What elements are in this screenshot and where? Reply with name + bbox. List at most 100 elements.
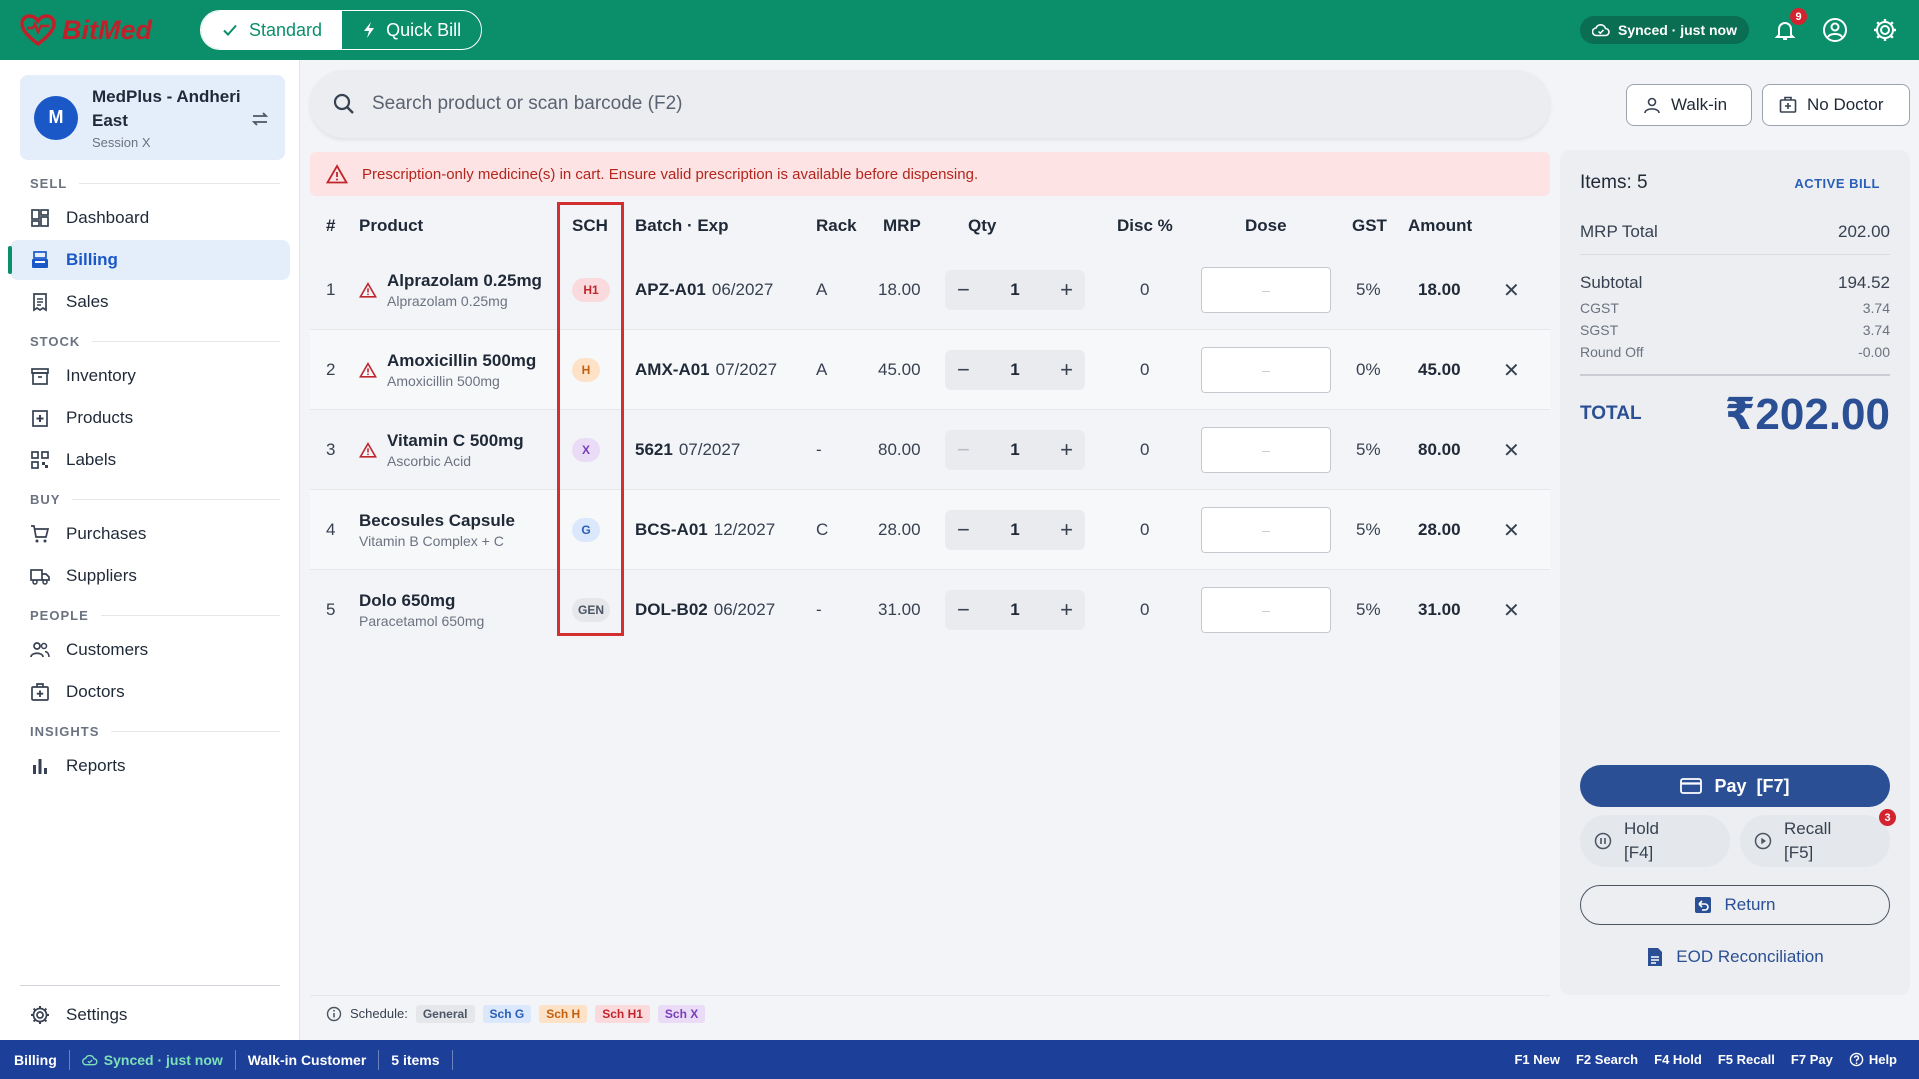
discount-value[interactable]: 0 [1140,330,1149,410]
dose-input[interactable]: – [1201,427,1331,473]
mrp-value: 18.00 [878,280,921,299]
table-row[interactable]: 4 Becosules Capsule Vitamin B Complex + C… [310,490,1550,570]
eod-label: EOD Reconciliation [1676,947,1824,966]
quantity-stepper: − 1 + [945,490,1085,570]
column-header-product: Product [359,216,424,235]
expiry-date: 06/2027 [711,280,774,299]
discount-value[interactable]: 0 [1140,250,1149,330]
return-button[interactable]: Return [1580,885,1890,925]
column-header-batch-exp: Batch · Exp [635,216,729,235]
remove-item-button[interactable]: ✕ [1503,250,1520,330]
bill-status-badge: ACTIVE BILL [1794,175,1880,191]
dose-input[interactable]: – [1201,267,1331,313]
quantity-value[interactable]: 1 [1010,520,1019,540]
swap-icon[interactable] [251,111,269,127]
column-header-mrp: MRP [883,216,921,235]
dose-input[interactable]: – [1201,587,1331,633]
remove-item-button[interactable]: ✕ [1503,410,1520,490]
sidebar-item-reports[interactable]: Reports [10,746,290,786]
decrement-button[interactable]: − [957,597,970,623]
quantity-value[interactable]: 1 [1010,280,1019,300]
expiry-date: 12/2027 [713,520,776,539]
account-button[interactable] [1821,16,1849,44]
amount-value: 31.00 [1418,600,1461,619]
status-page: Billing [14,1049,70,1070]
quantity-stepper: − 1 + [945,410,1085,490]
hold-button[interactable]: Hold [F4] [1580,815,1730,867]
sidebar-item-suppliers[interactable]: Suppliers [10,556,290,596]
column-header-number: # [326,216,336,235]
search-icon [333,93,354,114]
increment-button[interactable]: + [1060,517,1073,543]
return-label: Return [1724,895,1776,914]
items-count: Items: 5 [1580,172,1648,193]
eod-reconciliation-button[interactable]: EOD Reconciliation [1580,940,1890,974]
sidebar-item-doctors[interactable]: Doctors [10,672,290,712]
table-row[interactable]: 2 Amoxicillin 500mg Amoxicillin 500mg H A… [310,330,1550,410]
search-input[interactable] [372,93,1472,115]
shortcut-search[interactable]: F2 Search [1576,1052,1638,1067]
sidebar-item-label: Doctors [66,682,125,701]
quantity-value[interactable]: 1 [1010,440,1019,460]
subtotal-value: 194.52 [1838,273,1890,292]
mode-quick-bill-label: Quick Bill [386,19,462,40]
app-logo[interactable]: BitMed [20,14,190,46]
quantity-value[interactable]: 1 [1010,600,1019,620]
table-row[interactable]: 1 Alprazolam 0.25mg Alprazolam 0.25mg H1 … [310,250,1550,330]
pay-button[interactable]: Pay [F7] [1580,765,1890,807]
sidebar-item-sales[interactable]: Sales [10,282,290,322]
discount-value[interactable]: 0 [1140,490,1149,570]
return-icon [1695,897,1712,913]
discount-value[interactable]: 0 [1140,410,1149,490]
remove-item-button[interactable]: ✕ [1503,570,1520,650]
sidebar-item-dashboard[interactable]: Dashboard [10,198,290,238]
sidebar-item-products[interactable]: Products [10,398,290,438]
decrement-button[interactable]: − [957,517,970,543]
sidebar-item-labels[interactable]: Labels [10,440,290,480]
help-circle-icon [1849,1052,1864,1067]
shortcut-hold[interactable]: F4 Hold [1654,1052,1702,1067]
mode-standard-button[interactable]: Standard [201,11,343,49]
decrement-button[interactable]: − [957,437,970,463]
amount-value: 45.00 [1418,360,1461,379]
sidebar-item-customers[interactable]: Customers [10,630,290,670]
pay-label: Pay [F7] [1714,775,1790,796]
sidebar-divider [20,985,280,986]
table-row[interactable]: 3 Vitamin C 500mg Ascorbic Acid X 5621 07/… [310,410,1550,490]
shortcut-recall[interactable]: F5 Recall [1718,1052,1775,1067]
mode-quick-bill-button[interactable]: Quick Bill [342,11,481,49]
branch-selector[interactable]: M MedPlus - Andheri East Session X [20,75,285,160]
dashboard-icon [31,209,49,227]
receipt-icon [33,293,47,312]
select-doctor-button[interactable]: No Doctor [1762,84,1910,126]
dose-input[interactable]: – [1201,507,1331,553]
batch-number: APZ-A01 [635,280,706,299]
sidebar-item-billing[interactable]: Billing [8,240,290,280]
shortcut-pay[interactable]: F7 Pay [1791,1052,1833,1067]
increment-button[interactable]: + [1060,357,1073,383]
walkin-customer-button[interactable]: Walk-in [1626,84,1752,126]
remove-item-button[interactable]: ✕ [1503,330,1520,410]
table-row[interactable]: 5 Dolo 650mg Paracetamol 650mg GEN DOL-B0… [310,570,1550,650]
settings-button[interactable] [1871,16,1899,44]
help-button[interactable]: Help [1849,1052,1897,1067]
dose-input[interactable]: – [1201,347,1331,393]
app-name: BitMed [62,14,152,45]
sidebar-item-purchases[interactable]: Purchases [10,514,290,554]
shortcut-new[interactable]: F1 New [1514,1052,1560,1067]
sidebar-item-inventory[interactable]: Inventory [10,356,290,396]
increment-button[interactable]: + [1060,437,1073,463]
increment-button[interactable]: + [1060,277,1073,303]
remove-item-button[interactable]: ✕ [1503,490,1520,570]
quantity-value[interactable]: 1 [1010,360,1019,380]
sync-status-pill[interactable]: Synced · just now [1579,16,1749,44]
notifications-button[interactable]: 9 [1771,8,1807,44]
sidebar-item-settings[interactable]: Settings [10,995,290,1035]
increment-button[interactable]: + [1060,597,1073,623]
product-search-bar[interactable] [310,70,1550,138]
decrement-button[interactable]: − [957,357,970,383]
decrement-button[interactable]: − [957,277,970,303]
cloud-sync-icon [81,1054,98,1065]
recall-button[interactable]: Recall [F5] 3 [1740,809,1896,867]
discount-value[interactable]: 0 [1140,570,1149,650]
